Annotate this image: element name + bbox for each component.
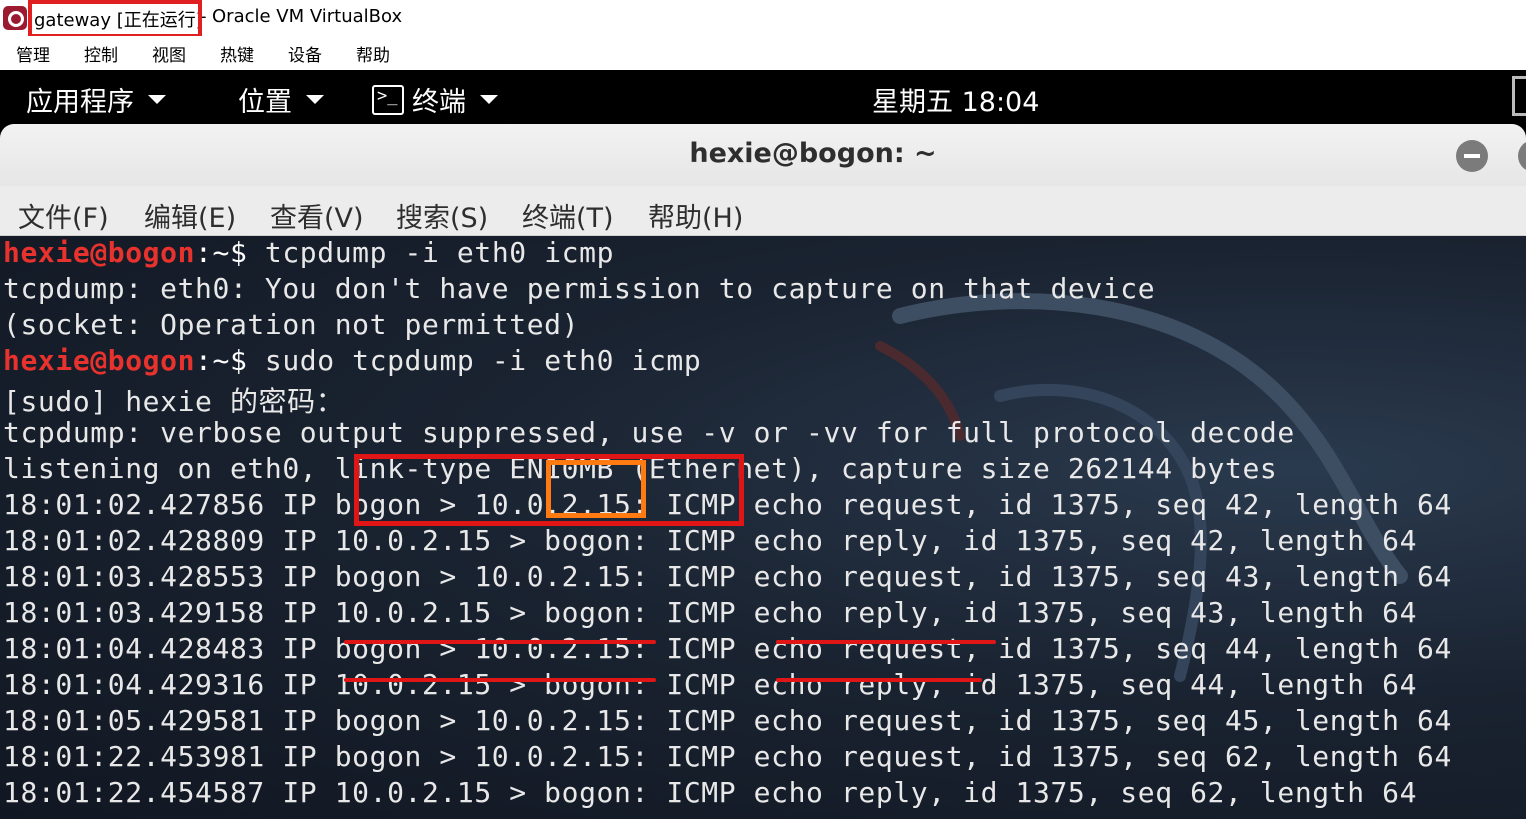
terminal-menubar: 文件(F) 编辑(E) 查看(V) 搜索(S) 终端(T) 帮助(H): [0, 186, 1526, 236]
vbox-title-bar: gateway [正在运行] - Oracle VM VirtualBox: [0, 0, 1526, 38]
terminal-line: 18:01:04.429316 IP 10.0.2.15 > bogon: IC…: [3, 668, 1417, 701]
terminal-app-label: 终端: [412, 87, 466, 118]
term-menu-edit[interactable]: 编辑(E): [144, 196, 236, 235]
terminal-line: hexie@bogon:~$ sudo tcpdump -i eth0 icmp: [3, 344, 701, 377]
line-text: 18:01:04.429316 IP 10.0.2.15 > bogon: IC…: [3, 668, 1418, 701]
term-menu-search[interactable]: 搜索(S): [396, 196, 488, 235]
line-text: [sudo] hexie 的密码：: [3, 385, 345, 418]
guest-desktop: 应用程序 位置 终端 星期五 18:04 hexie@bogon: ~ 文件(F…: [0, 70, 1526, 819]
terminal-line: 18:01:03.429158 IP 10.0.2.15 > bogon: IC…: [3, 596, 1417, 629]
terminal-line: (socket: Operation not permitted): [3, 308, 579, 341]
line-text: 18:01:02.428809 IP 10.0.2.15 > bogon: IC…: [3, 524, 1418, 557]
line-text: tcpdump -i eth0 icmp: [264, 236, 615, 269]
vbox-menubar: 管理 控制 视图 热键 设备 帮助: [0, 36, 1526, 70]
minimize-icon[interactable]: [1456, 140, 1488, 172]
line-text: 18:01:04.428483 IP bogon > 10.0.2.15: IC…: [3, 632, 1452, 665]
applications-menu[interactable]: 应用程序: [26, 80, 166, 119]
prompt-user: hexie@bogon: [3, 344, 196, 377]
line-text: 18:01:05.429581 IP bogon > 10.0.2.15: IC…: [3, 704, 1452, 737]
system-tray-icon[interactable]: [1512, 76, 1526, 116]
terminal-line: hexie@bogon:~$ tcpdump -i eth0 icmp: [3, 236, 614, 269]
underline-src-dst-2: [344, 678, 656, 682]
vbox-menu-control[interactable]: 控制: [84, 41, 118, 66]
prompt-path: :~$: [195, 344, 265, 377]
prompt-user: hexie@bogon: [3, 236, 196, 269]
places-label: 位置: [238, 87, 292, 118]
line-text: tcpdump: eth0: You don't have permission…: [3, 272, 1156, 305]
clock[interactable]: 星期五 18:04: [872, 80, 1039, 119]
title-highlight-box: [28, 0, 202, 38]
terminal-line: 18:01:03.428553 IP bogon > 10.0.2.15: IC…: [3, 560, 1452, 593]
terminal-line: 18:01:05.429581 IP bogon > 10.0.2.15: IC…: [3, 704, 1452, 737]
term-menu-view[interactable]: 查看(V): [270, 196, 364, 235]
places-menu[interactable]: 位置: [238, 80, 324, 119]
applications-label: 应用程序: [26, 87, 134, 118]
virtualbox-vm-icon: [3, 6, 27, 30]
vbox-menu-hotkey[interactable]: 热键: [220, 41, 254, 66]
terminal-line: 18:01:02.428809 IP 10.0.2.15 > bogon: IC…: [3, 524, 1417, 557]
terminal-title: hexie@bogon: ~: [689, 138, 937, 169]
terminal-line: tcpdump: verbose output suppressed, use …: [3, 416, 1295, 449]
vbox-menu-manage[interactable]: 管理: [16, 41, 50, 66]
line-text: 18:01:22.453981 IP bogon > 10.0.2.15: IC…: [3, 740, 1452, 773]
terminal-line: tcpdump: eth0: You don't have permission…: [3, 272, 1155, 305]
gnome-topbar: 应用程序 位置 终端 星期五 18:04: [0, 70, 1526, 124]
terminal-window: hexie@bogon: ~ 文件(F) 编辑(E) 查看(V) 搜索(S) 终…: [0, 124, 1526, 819]
line-text: 18:01:03.429158 IP 10.0.2.15 > bogon: IC…: [3, 596, 1418, 629]
terminal-line: 18:01:22.454587 IP 10.0.2.15 > bogon: IC…: [3, 776, 1417, 809]
terminal-icon: [372, 84, 404, 115]
vbox-menu-help[interactable]: 帮助: [356, 41, 390, 66]
app-name: Oracle VM VirtualBox: [212, 6, 403, 27]
chevron-down-icon: [480, 95, 498, 104]
line-text: sudo tcpdump -i eth0 icmp: [264, 344, 702, 377]
line-text: tcpdump: verbose output suppressed, use …: [3, 416, 1295, 449]
terminal-line: 18:01:22.453981 IP bogon > 10.0.2.15: IC…: [3, 740, 1452, 773]
vbox-menu-devices[interactable]: 设备: [288, 41, 322, 66]
terminal-output[interactable]: hexie@bogon:~$ tcpdump -i eth0 icmp tcpdu…: [0, 236, 1526, 819]
chevron-down-icon: [148, 95, 166, 104]
terminal-app-menu[interactable]: 终端: [372, 80, 498, 119]
term-menu-file[interactable]: 文件(F): [18, 196, 109, 235]
term-menu-help[interactable]: 帮助(H): [648, 196, 743, 235]
terminal-line: 18:01:04.428483 IP bogon > 10.0.2.15: IC…: [3, 632, 1452, 665]
vbox-menu-view[interactable]: 视图: [152, 41, 186, 66]
prompt-path: :~$: [195, 236, 265, 269]
underline-echo-request: [776, 640, 996, 644]
terminal-header: hexie@bogon: ~: [0, 124, 1526, 186]
line-text: (socket: Operation not permitted): [3, 308, 580, 341]
interface-highlight-box: [546, 460, 646, 518]
line-text: 18:01:22.454587 IP 10.0.2.15 > bogon: IC…: [3, 776, 1418, 809]
term-menu-terminal[interactable]: 终端(T): [522, 196, 614, 235]
underline-echo-reply: [776, 678, 982, 682]
underline-src-dst-1: [344, 640, 656, 644]
line-text: 18:01:03.428553 IP bogon > 10.0.2.15: IC…: [3, 560, 1452, 593]
terminal-line: [sudo] hexie 的密码：: [3, 380, 344, 420]
chevron-down-icon: [306, 95, 324, 104]
